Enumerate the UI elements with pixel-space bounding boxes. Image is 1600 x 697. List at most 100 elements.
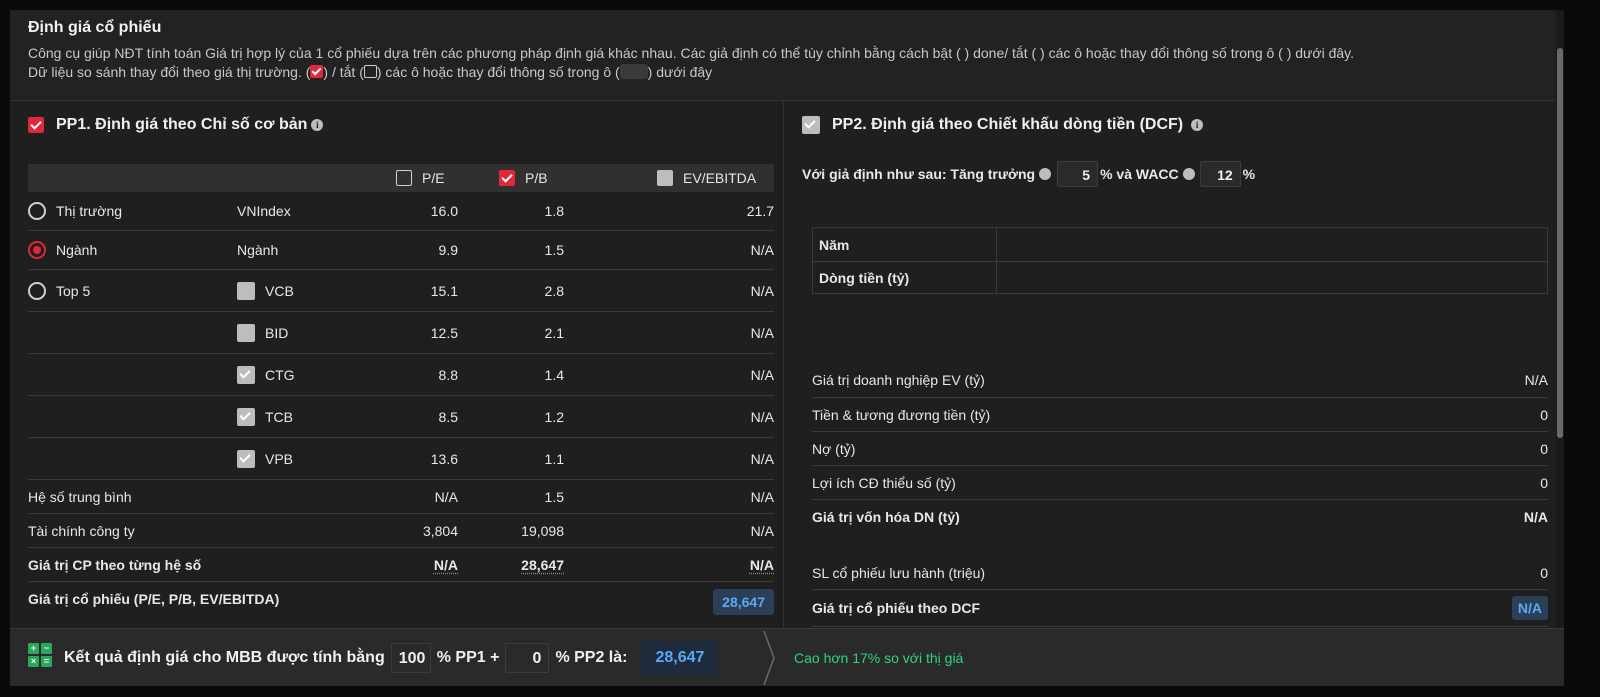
peer-checkbox[interactable]: [237, 449, 255, 468]
page-title: Định giá cổ phiếu: [28, 19, 162, 36]
dcf-year-row: Năm: [813, 228, 1547, 262]
row-label: Giá trị CP theo từng hệ số: [28, 556, 202, 573]
row-label: Dòng tiền (tỷ): [813, 261, 997, 294]
radio-industry[interactable]: Ngành: [28, 231, 97, 269]
pe-value: N/A: [434, 488, 458, 505]
row-name: Ngành: [237, 242, 279, 258]
info-icon[interactable]: i: [1191, 119, 1204, 131]
pp2-weight-input[interactable]: 0: [505, 643, 550, 673]
dcf-row: Lợi ích CĐ thiểu số (tỷ) 0: [812, 466, 1548, 500]
pp1-section: PP1. Định giá theo Chỉ số cơ bản i P/E P…: [10, 102, 782, 628]
dcf-row: Nợ (tỷ) 0: [812, 432, 1548, 466]
wacc-input[interactable]: 12: [1199, 161, 1241, 187]
result-formula: Kết quả định giá cho MBB được tính bằng …: [64, 629, 719, 686]
calculator-icon: + − × =: [28, 643, 52, 667]
ev-ebitda-column-header[interactable]: EV/EBITDA: [657, 164, 756, 192]
dcf-table: Năm Dòng tiền (tỷ): [812, 227, 1548, 294]
ev-value: N/A: [750, 242, 774, 258]
pe-value: 12.5: [430, 324, 458, 341]
pp2-section: PP2. Định giá theo Chiết khấu dòng tiền …: [784, 102, 1556, 628]
pp1-result-value: 28,647: [713, 589, 774, 615]
peer-checkbox[interactable]: [237, 323, 255, 342]
pb-column-header[interactable]: P/B: [499, 164, 548, 192]
pb-value: 2.8: [544, 282, 564, 299]
table-row: Ngành Ngành 9.9 1.5 N/A: [28, 231, 774, 270]
peer-vcb[interactable]: VCB: [237, 270, 294, 311]
description-line-2: Dữ liệu so sánh thay đổi theo giá thị tr…: [28, 64, 713, 80]
result-footer: + − × = Kết quả định giá cho MBB được tính …: [10, 628, 1564, 686]
scrollbar-thumb[interactable]: [1557, 48, 1563, 438]
description-line-1: Công cụ giúp NĐT tính toán Giá trị hợp l…: [28, 45, 1355, 61]
row-label: Giá trị cổ phiếu (P/E, P/B, EV/EBITDA): [28, 591, 280, 607]
radio-button[interactable]: [28, 202, 46, 220]
ev-ebitda-checkbox[interactable]: [657, 170, 673, 186]
pe-value: 13.6: [430, 450, 458, 467]
pb-value: 28,647: [521, 556, 564, 573]
table-row: Top 5 VCB 15.1 2.8 N/A: [28, 270, 774, 312]
pe-value: 8.5: [438, 408, 458, 425]
info-icon[interactable]: i: [311, 119, 324, 131]
pe-value: 9.9: [438, 242, 458, 258]
pp2-title: PP2. Định giá theo Chiết khấu dòng tiền …: [802, 116, 1204, 134]
row-label: Hệ số trung bình: [28, 488, 132, 505]
ev-value: N/A: [750, 282, 774, 299]
ev-value: N/A: [750, 324, 774, 341]
peer-vpb[interactable]: VPB: [237, 438, 293, 479]
description: Công cụ giúp NĐT tính toán Giá trị hợp l…: [28, 44, 1538, 82]
pb-value: 1.8: [544, 203, 564, 219]
row-name: VNIndex: [237, 203, 291, 219]
dcf-result-value: N/A: [1511, 596, 1548, 620]
dcf-row: Giá trị vốn hóa DN (tỷ) N/A: [812, 508, 1548, 525]
ev-value: N/A: [749, 556, 774, 573]
pe-checkbox[interactable]: [396, 170, 412, 186]
pb-value: 19,098: [521, 522, 564, 539]
peer-checkbox[interactable]: [237, 365, 255, 384]
dcf-row: Tiền & tương đương tiền (tỷ) 0: [812, 398, 1548, 432]
radio-top5[interactable]: Top 5: [28, 270, 90, 311]
table-row: TCB 8.5 1.2 N/A: [28, 396, 774, 438]
pb-value: 1.5: [544, 488, 564, 505]
checked-legend-icon: [310, 65, 324, 78]
final-result-value: 28,647: [641, 641, 719, 675]
radio-button[interactable]: [28, 241, 46, 259]
pp1-result-row: Giá trị cổ phiếu (P/E, P/B, EV/EBITDA) 2…: [28, 582, 774, 622]
ev-value: N/A: [750, 522, 774, 539]
pe-value: N/A: [433, 556, 458, 573]
pp1-checkbox[interactable]: [28, 117, 44, 133]
growth-input[interactable]: 5: [1057, 161, 1099, 187]
average-row: Hệ số trung bình N/A 1.5 N/A: [28, 480, 774, 514]
pb-checkbox[interactable]: [499, 170, 515, 186]
dcf-cashflow-row: Dòng tiền (tỷ): [813, 261, 1547, 294]
pb-value: 2.1: [544, 324, 564, 341]
peer-tcb[interactable]: TCB: [237, 396, 293, 437]
row-label: Tài chính công ty: [28, 522, 135, 539]
dcf-row: Giá trị doanh nghiệp EV (tỷ) N/A: [812, 363, 1548, 398]
table-row: VPB 13.6 1.1 N/A: [28, 438, 774, 480]
peer-checkbox[interactable]: [237, 281, 255, 300]
chevron-right-icon: [763, 630, 775, 686]
peer-bid[interactable]: BID: [237, 312, 288, 353]
table-row: CTG 8.8 1.4 N/A: [28, 354, 774, 396]
radio-market[interactable]: Thị trường: [28, 192, 122, 230]
table-row: Thị trường VNIndex 16.0 1.8 21.7: [28, 192, 774, 231]
table-row: BID 12.5 2.1 N/A: [28, 312, 774, 354]
pp1-title: PP1. Định giá theo Chỉ số cơ bản i: [28, 116, 324, 134]
radio-button[interactable]: [28, 281, 46, 300]
input-legend-icon: [619, 64, 648, 79]
ev-value: N/A: [750, 366, 774, 383]
pe-value: 16.0: [430, 203, 458, 219]
info-icon[interactable]: [1182, 168, 1195, 180]
pp1-table-header: P/E P/B EV/EBITDA: [28, 164, 774, 192]
company-financials-row: Tài chính công ty 3,804 19,098 N/A: [28, 514, 774, 548]
row-label: Năm: [813, 228, 997, 261]
pe-column-header[interactable]: P/E: [396, 164, 445, 192]
peer-checkbox[interactable]: [237, 407, 255, 426]
ev-value: N/A: [750, 450, 774, 467]
ev-value: N/A: [750, 408, 774, 425]
info-icon[interactable]: [1039, 168, 1052, 180]
pp2-checkbox[interactable]: [802, 116, 820, 134]
peer-ctg[interactable]: CTG: [237, 354, 295, 395]
pb-value: 1.2: [544, 408, 564, 425]
pp1-weight-input[interactable]: 100: [390, 643, 431, 673]
pb-value: 1.5: [544, 242, 564, 258]
